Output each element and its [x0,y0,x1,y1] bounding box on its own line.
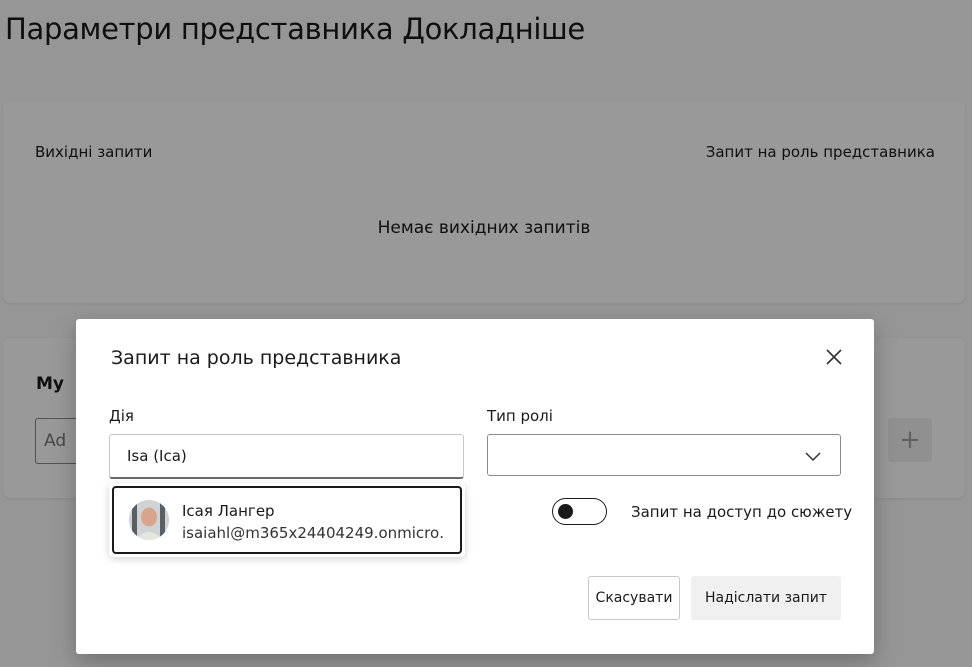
story-access-toggle-label: Запит на доступ до сюжету [631,503,853,521]
suggestion-email: isaiahl@m365x24404249.onmicro… [182,524,444,542]
request-delegate-dialog: Запит на роль представника Дія Тип ролі … [76,319,874,654]
close-icon [826,349,842,365]
suggestion-item[interactable]: Ісая Лангер isaiahl@m365x24404249.onmicr… [112,486,462,554]
dialog-title: Запит на роль представника [111,347,402,369]
cancel-button[interactable]: Скасувати [588,576,680,620]
toggle-knob [558,504,573,519]
people-suggestion-dropdown: Ісая Лангер isaiahl@m365x24404249.onmicr… [109,483,465,557]
role-type-label: Тип ролі [487,407,553,425]
action-input[interactable]: Isa (Ica) [109,434,464,479]
avatar [129,500,169,540]
suggestion-name: Ісая Лангер [182,502,275,520]
action-label: Дія [109,407,134,425]
chevron-down-icon [805,452,821,462]
action-input-value: Isa (Ica) [127,447,187,465]
story-access-toggle[interactable] [552,498,607,525]
role-type-select[interactable] [487,434,841,476]
close-button[interactable] [824,347,844,367]
send-request-button[interactable]: Надіслати запит [691,576,841,620]
